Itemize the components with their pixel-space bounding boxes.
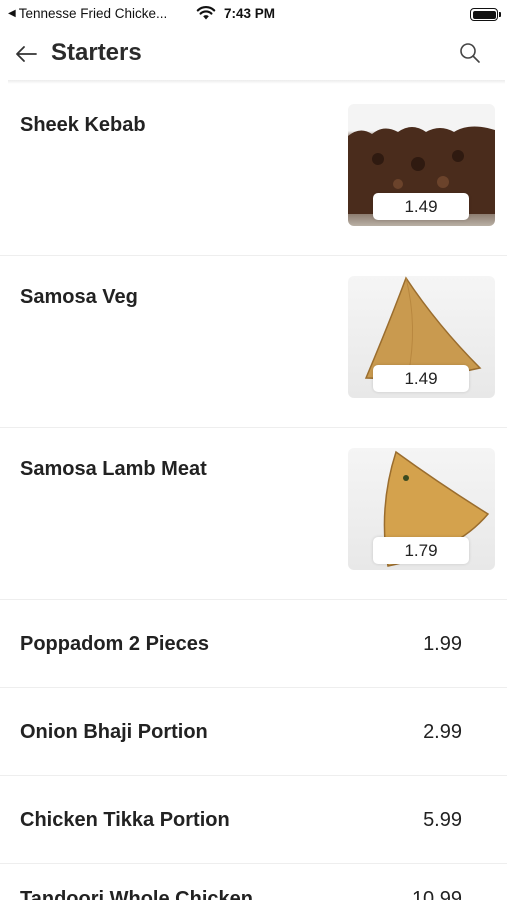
price-badge: 1.79	[373, 537, 469, 564]
item-name: Tandoori Whole Chicken	[20, 888, 253, 900]
list-item[interactable]: Poppadom 2 Pieces 1.99	[0, 600, 507, 688]
list-item[interactable]: Onion Bhaji Portion 2.99	[0, 688, 507, 776]
arrow-left-icon	[16, 46, 37, 62]
price-badge: 1.49	[373, 193, 469, 220]
menu-list: Sheek Kebab 1.49 Samosa Veg 1.49 Samosa …	[0, 84, 507, 864]
samosa-veg-photo: 1.49	[348, 276, 495, 398]
item-name: Poppadom 2 Pieces	[20, 633, 209, 655]
status-bar: ◀ Tennesse Fried Chicke... 7:43 PM	[0, 0, 507, 28]
app-header: Starters	[0, 28, 507, 80]
list-item[interactable]: Chicken Tikka Portion 5.99	[0, 776, 507, 864]
back-arrow-button[interactable]	[12, 40, 40, 68]
search-button[interactable]	[456, 39, 484, 67]
samosa-lamb-photo: 1.79	[348, 448, 495, 570]
item-price: 2.99	[423, 721, 462, 743]
item-name: Chicken Tikka Portion	[20, 809, 230, 831]
item-name: Samosa Veg	[20, 286, 138, 308]
list-item-partial[interactable]: Tandoori Whole Chicken 10.99	[0, 883, 507, 900]
search-icon	[460, 43, 480, 63]
back-to-app-link[interactable]: ◀ Tennesse Fried Chicke...	[8, 6, 167, 21]
back-app-label: Tennesse Fried Chicke...	[18, 6, 168, 21]
status-time: 7:43 PM	[224, 6, 276, 21]
item-price: 10.99	[411, 888, 462, 900]
list-item[interactable]: Samosa Veg 1.49	[0, 256, 507, 428]
price-badge: 1.49	[373, 365, 469, 392]
battery-icon	[470, 8, 501, 21]
sheek-kebab-photo: 1.49	[348, 104, 495, 226]
wifi-icon	[196, 5, 216, 24]
item-name: Sheek Kebab	[20, 114, 146, 136]
item-price: 5.99	[423, 809, 462, 831]
item-name: Onion Bhaji Portion	[20, 721, 208, 743]
back-triangle-icon: ◀	[8, 8, 16, 19]
item-price: 1.99	[423, 633, 462, 655]
item-name: Samosa Lamb Meat	[20, 458, 207, 480]
page-title: Starters	[51, 39, 142, 66]
list-item[interactable]: Sheek Kebab 1.49	[0, 84, 507, 256]
list-item[interactable]: Samosa Lamb Meat 1.79	[0, 428, 507, 600]
